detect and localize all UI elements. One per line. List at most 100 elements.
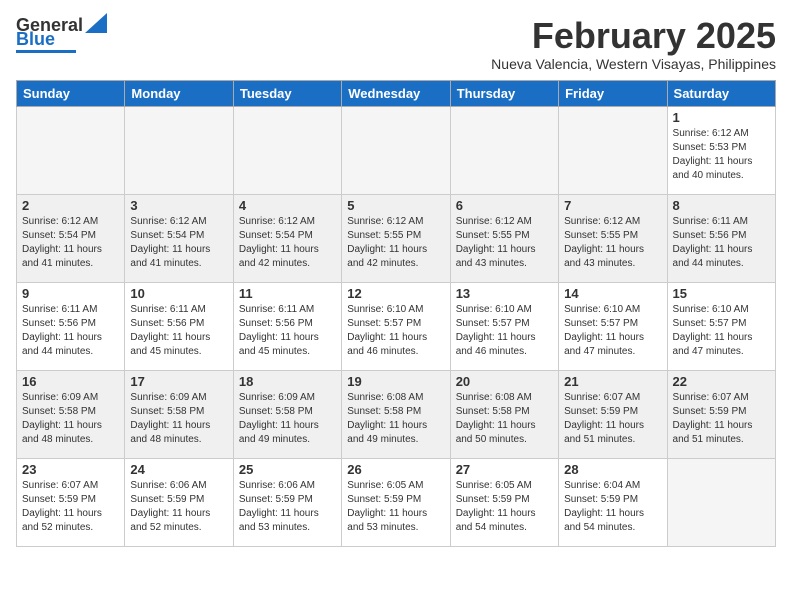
day-number: 23: [22, 462, 119, 477]
day-number: 16: [22, 374, 119, 389]
day-number: 14: [564, 286, 661, 301]
day-number: 18: [239, 374, 336, 389]
calendar-cell: 26 Sunrise: 6:05 AMSunset: 5:59 PMDayligh…: [342, 458, 450, 546]
logo-icon: [85, 13, 107, 33]
calendar-cell: 13 Sunrise: 6:10 AMSunset: 5:57 PMDayligh…: [450, 282, 558, 370]
day-number: 26: [347, 462, 444, 477]
logo-blue-text: Blue: [16, 30, 55, 48]
day-info: Sunrise: 6:12 AMSunset: 5:54 PMDaylight:…: [239, 215, 336, 271]
day-info: Sunrise: 6:04 AMSunset: 5:59 PMDaylight:…: [564, 479, 661, 535]
day-number: 10: [130, 286, 227, 301]
logo-underline: [16, 50, 76, 53]
day-info: Sunrise: 6:12 AMSunset: 5:55 PMDaylight:…: [456, 215, 553, 271]
calendar-week-row: 23 Sunrise: 6:07 AMSunset: 5:59 PMDayligh…: [17, 458, 776, 546]
weekday-header: Wednesday: [342, 80, 450, 106]
calendar-cell: 24 Sunrise: 6:06 AMSunset: 5:59 PMDayligh…: [125, 458, 233, 546]
calendar-cell: 28 Sunrise: 6:04 AMSunset: 5:59 PMDayligh…: [559, 458, 667, 546]
calendar-cell: [559, 106, 667, 194]
day-number: 3: [130, 198, 227, 213]
day-info: Sunrise: 6:07 AMSunset: 5:59 PMDaylight:…: [564, 391, 661, 447]
calendar-cell: 8Sunrise: 6:11 AMSunset: 5:56 PMDaylight…: [667, 194, 775, 282]
day-number: 1: [673, 110, 770, 125]
calendar-week-row: 2Sunrise: 6:12 AMSunset: 5:54 PMDaylight…: [17, 194, 776, 282]
day-number: 22: [673, 374, 770, 389]
calendar-cell: 16 Sunrise: 6:09 AMSunset: 5:58 PMDayligh…: [17, 370, 125, 458]
calendar-cell: 6 Sunrise: 6:12 AMSunset: 5:55 PMDaylight…: [450, 194, 558, 282]
month-title: February 2025: [491, 16, 776, 56]
calendar-cell: [450, 106, 558, 194]
day-number: 27: [456, 462, 553, 477]
day-info: Sunrise: 6:07 AMSunset: 5:59 PMDaylight:…: [673, 391, 770, 447]
day-number: 12: [347, 286, 444, 301]
day-info: Sunrise: 6:11 AMSunset: 5:56 PMDaylight:…: [239, 303, 336, 359]
day-info: Sunrise: 6:10 AMSunset: 5:57 PMDaylight:…: [456, 303, 553, 359]
day-number: 19: [347, 374, 444, 389]
calendar-cell: 14Sunrise: 6:10 AMSunset: 5:57 PMDayligh…: [559, 282, 667, 370]
day-info: Sunrise: 6:12 AMSunset: 5:54 PMDaylight:…: [130, 215, 227, 271]
calendar-cell: 10 Sunrise: 6:11 AMSunset: 5:56 PMDayligh…: [125, 282, 233, 370]
day-info: Sunrise: 6:12 AMSunset: 5:54 PMDaylight:…: [22, 215, 119, 271]
calendar-cell: 23 Sunrise: 6:07 AMSunset: 5:59 PMDayligh…: [17, 458, 125, 546]
day-number: 25: [239, 462, 336, 477]
day-info: Sunrise: 6:06 AMSunset: 5:59 PMDaylight:…: [239, 479, 336, 535]
calendar-cell: 15 Sunrise: 6:10 AMSunset: 5:57 PMDayligh…: [667, 282, 775, 370]
day-info: Sunrise: 6:12 AMSunset: 5:55 PMDaylight:…: [347, 215, 444, 271]
day-info: Sunrise: 6:08 AMSunset: 5:58 PMDaylight:…: [347, 391, 444, 447]
calendar-cell: 3 Sunrise: 6:12 AMSunset: 5:54 PMDaylight…: [125, 194, 233, 282]
day-info: Sunrise: 6:07 AMSunset: 5:59 PMDaylight:…: [22, 479, 119, 535]
day-number: 13: [456, 286, 553, 301]
calendar-cell: 9 Sunrise: 6:11 AMSunset: 5:56 PMDaylight…: [17, 282, 125, 370]
calendar-table: SundayMondayTuesdayWednesdayThursdayFrid…: [16, 80, 776, 547]
calendar-cell: 1Sunrise: 6:12 AMSunset: 5:53 PMDaylight…: [667, 106, 775, 194]
calendar-cell: 27 Sunrise: 6:05 AMSunset: 5:59 PMDayligh…: [450, 458, 558, 546]
day-info: Sunrise: 6:10 AMSunset: 5:57 PMDaylight:…: [673, 303, 770, 359]
day-info: Sunrise: 6:05 AMSunset: 5:59 PMDaylight:…: [456, 479, 553, 535]
calendar-cell: 2Sunrise: 6:12 AMSunset: 5:54 PMDaylight…: [17, 194, 125, 282]
calendar-cell: 4 Sunrise: 6:12 AMSunset: 5:54 PMDaylight…: [233, 194, 341, 282]
day-info: Sunrise: 6:11 AMSunset: 5:56 PMDaylight:…: [22, 303, 119, 359]
day-info: Sunrise: 6:10 AMSunset: 5:57 PMDaylight:…: [347, 303, 444, 359]
weekday-header: Saturday: [667, 80, 775, 106]
weekday-header: Friday: [559, 80, 667, 106]
day-number: 7: [564, 198, 661, 213]
calendar-header-row: SundayMondayTuesdayWednesdayThursdayFrid…: [17, 80, 776, 106]
logo: General Blue: [16, 16, 107, 53]
weekday-header: Monday: [125, 80, 233, 106]
calendar-week-row: 16 Sunrise: 6:09 AMSunset: 5:58 PMDayligh…: [17, 370, 776, 458]
day-info: Sunrise: 6:11 AMSunset: 5:56 PMDaylight:…: [130, 303, 227, 359]
calendar-cell: [233, 106, 341, 194]
calendar-cell: 17Sunrise: 6:09 AMSunset: 5:58 PMDayligh…: [125, 370, 233, 458]
day-info: Sunrise: 6:06 AMSunset: 5:59 PMDaylight:…: [130, 479, 227, 535]
calendar-cell: 22 Sunrise: 6:07 AMSunset: 5:59 PMDayligh…: [667, 370, 775, 458]
day-number: 6: [456, 198, 553, 213]
day-number: 9: [22, 286, 119, 301]
calendar-cell: 5 Sunrise: 6:12 AMSunset: 5:55 PMDaylight…: [342, 194, 450, 282]
calendar-cell: 21 Sunrise: 6:07 AMSunset: 5:59 PMDayligh…: [559, 370, 667, 458]
day-number: 15: [673, 286, 770, 301]
day-info: Sunrise: 6:09 AMSunset: 5:58 PMDaylight:…: [239, 391, 336, 447]
calendar-cell: 20Sunrise: 6:08 AMSunset: 5:58 PMDayligh…: [450, 370, 558, 458]
weekday-header: Tuesday: [233, 80, 341, 106]
day-info: Sunrise: 6:12 AMSunset: 5:55 PMDaylight:…: [564, 215, 661, 271]
calendar-cell: 11 Sunrise: 6:11 AMSunset: 5:56 PMDayligh…: [233, 282, 341, 370]
day-number: 5: [347, 198, 444, 213]
calendar-cell: 25 Sunrise: 6:06 AMSunset: 5:59 PMDayligh…: [233, 458, 341, 546]
day-info: Sunrise: 6:08 AMSunset: 5:58 PMDaylight:…: [456, 391, 553, 447]
calendar-cell: 19 Sunrise: 6:08 AMSunset: 5:58 PMDayligh…: [342, 370, 450, 458]
calendar-cell: [667, 458, 775, 546]
location: Nueva Valencia, Western Visayas, Philipp…: [491, 56, 776, 72]
calendar-cell: [17, 106, 125, 194]
calendar-cell: 12 Sunrise: 6:10 AMSunset: 5:57 PMDayligh…: [342, 282, 450, 370]
weekday-header: Thursday: [450, 80, 558, 106]
day-number: 4: [239, 198, 336, 213]
day-number: 11: [239, 286, 336, 301]
day-info: Sunrise: 6:05 AMSunset: 5:59 PMDaylight:…: [347, 479, 444, 535]
day-info: Sunrise: 6:09 AMSunset: 5:58 PMDaylight:…: [22, 391, 119, 447]
day-number: 28: [564, 462, 661, 477]
day-number: 24: [130, 462, 227, 477]
weekday-header: Sunday: [17, 80, 125, 106]
calendar-cell: 18 Sunrise: 6:09 AMSunset: 5:58 PMDayligh…: [233, 370, 341, 458]
day-info: Sunrise: 6:11 AMSunset: 5:56 PMDaylight:…: [673, 215, 770, 271]
day-number: 21: [564, 374, 661, 389]
calendar-cell: [342, 106, 450, 194]
